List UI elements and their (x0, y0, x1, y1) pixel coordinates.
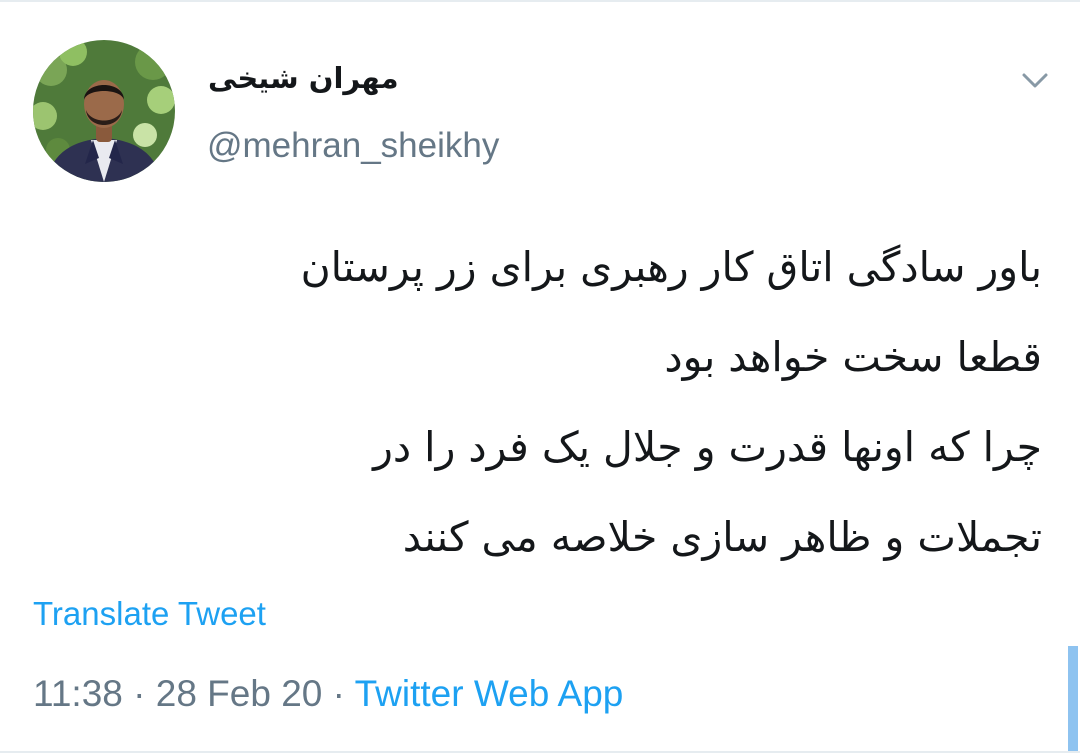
tweet-time[interactable]: 11:38 (33, 673, 123, 714)
tweet-menu-button[interactable] (1016, 62, 1054, 100)
author-handle[interactable]: @mehran_sheikhy (207, 124, 499, 168)
profile-photo-icon (33, 40, 175, 182)
meta-separator: · (332, 673, 345, 714)
top-divider (0, 0, 1080, 2)
translate-tweet-link[interactable]: Translate Tweet (33, 592, 266, 636)
author-display-name[interactable]: مهران شیخی (208, 56, 399, 100)
chevron-down-icon (1022, 73, 1048, 88)
avatar[interactable] (33, 40, 175, 182)
tweet-date[interactable]: 28 Feb 20 (156, 673, 323, 714)
tweet-metadata: 11:38 · 28 Feb 20 · Twitter Web App (33, 670, 623, 718)
tweet-text-line: قطعا سخت خواهد بود (664, 333, 1042, 381)
scrollbar[interactable] (1068, 646, 1078, 753)
tweet-text-line: باور سادگی اتاق کار رهبری برای زر پرستان (300, 243, 1042, 291)
tweet-text-line: چرا که اونها قدرت و جلال یک فرد را در (373, 423, 1042, 471)
tweet-source-link[interactable]: Twitter Web App (355, 673, 624, 714)
tweet-text-line: تجملات و ظاهر سازی خلاصه می کنند (402, 513, 1042, 561)
tweet-text: باور سادگی اتاق کار رهبری برای زر پرستان… (42, 222, 1042, 582)
meta-separator: · (133, 673, 146, 714)
